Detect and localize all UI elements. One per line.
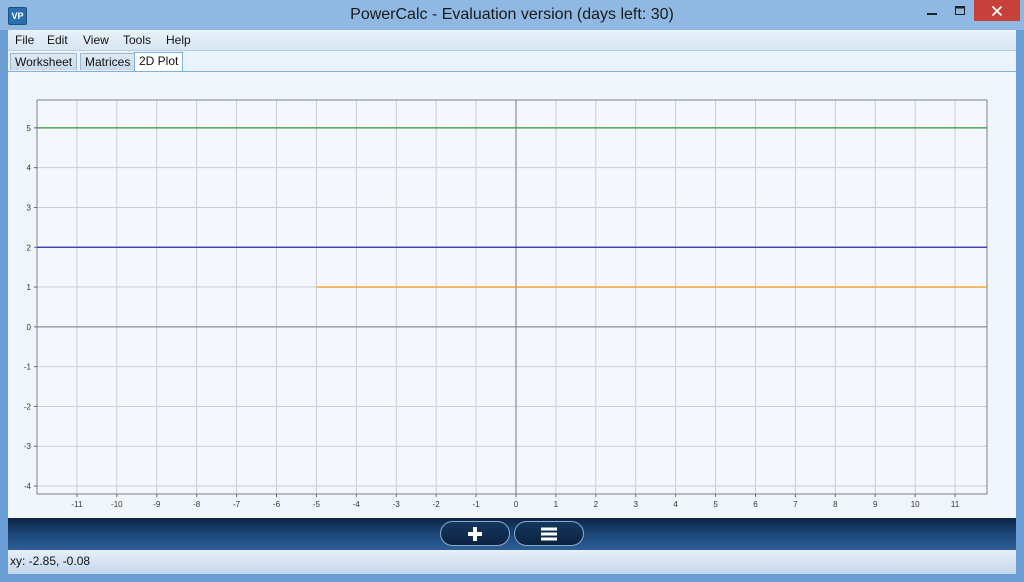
plot-background (37, 100, 987, 494)
x-tick-label: 9 (873, 500, 878, 509)
menu-edit[interactable]: Edit (44, 30, 71, 50)
plot-canvas[interactable]: -11 -10 -9 -8 -7 -6 -5 -4 -3 -2 -1 0 1 2 3 4 5 6 7 8 9 10 11-4… (8, 72, 1016, 518)
x-tick-label: -2 (433, 500, 441, 509)
plot-list-button[interactable] (514, 521, 584, 546)
y-tick-label: -1 (24, 363, 32, 372)
x-tick-label: -8 (193, 500, 201, 509)
close-icon (991, 5, 1003, 16)
status-bar: xy: -2.85, -0.08 (8, 550, 1016, 574)
menu-view[interactable]: View (80, 30, 112, 50)
x-tick-label: 11 (951, 500, 960, 509)
window-frame-bottom (0, 574, 1024, 582)
maximize-button[interactable] (946, 0, 974, 21)
tab-matrices[interactable]: Matrices (80, 53, 136, 70)
cursor-coordinates: xy: -2.85, -0.08 (10, 554, 91, 568)
y-tick-label: 1 (27, 283, 32, 292)
y-tick-label: 5 (27, 124, 32, 133)
x-tick-label: -3 (393, 500, 401, 509)
x-tick-label: -1 (473, 500, 481, 509)
x-tick-label: 4 (673, 500, 678, 509)
menu-file[interactable]: File (12, 30, 37, 50)
tab-worksheet[interactable]: Worksheet (10, 53, 78, 70)
bottom-toolbar (8, 518, 1016, 550)
plus-icon (468, 526, 482, 541)
x-tick-label: 10 (911, 500, 920, 509)
maximize-icon (955, 5, 965, 15)
x-tick-label: -5 (313, 500, 321, 509)
list-icon (541, 527, 557, 540)
x-tick-label: -4 (353, 500, 361, 509)
y-tick-label: 0 (27, 323, 32, 332)
close-button[interactable] (974, 0, 1020, 21)
x-tick-label: -7 (233, 500, 241, 509)
x-tick-label: 3 (634, 500, 639, 509)
tab-bar: Worksheet Matrices 2D Plot (8, 51, 1016, 72)
menu-help[interactable]: Help (163, 30, 194, 50)
x-tick-label: 5 (713, 500, 718, 509)
x-tick-label: -10 (111, 500, 123, 509)
window-title: PowerCalc - Evaluation version (days lef… (350, 6, 674, 23)
y-tick-label: 3 (27, 203, 32, 212)
x-tick-label: -6 (273, 500, 281, 509)
menu-tools[interactable]: Tools (120, 30, 154, 50)
menu-bar: File Edit View Tools Help (8, 30, 1016, 51)
y-tick-label: -4 (24, 482, 32, 491)
x-tick-label: 6 (753, 500, 758, 509)
y-tick-label: -2 (24, 402, 32, 411)
add-plot-button[interactable] (440, 521, 510, 546)
title-bar: VP PowerCalc - Evaluation version (days … (0, 0, 1024, 30)
y-tick-label: 2 (27, 243, 32, 252)
minimize-icon (927, 12, 937, 15)
x-tick-label: -9 (153, 500, 161, 509)
y-tick-label: 4 (27, 164, 32, 173)
x-tick-label: 2 (594, 500, 599, 509)
tab-2d-plot[interactable]: 2D Plot (134, 52, 184, 71)
minimize-button[interactable] (918, 0, 946, 21)
app-client-area: File Edit View Tools Help Worksheet Matr… (8, 30, 1016, 574)
y-tick-label: -3 (24, 442, 32, 451)
plot-area[interactable]: -11 -10 -9 -8 -7 -6 -5 -4 -3 -2 -1 0 1 2 3 4 5 6 7 8 9 10 11 -4… (8, 72, 1016, 518)
x-tick-label: -11 (71, 500, 83, 509)
x-tick-label: 8 (833, 500, 838, 509)
x-tick-label: 0 (514, 500, 519, 509)
x-tick-label: 7 (793, 500, 798, 509)
x-tick-label: 1 (554, 500, 559, 509)
